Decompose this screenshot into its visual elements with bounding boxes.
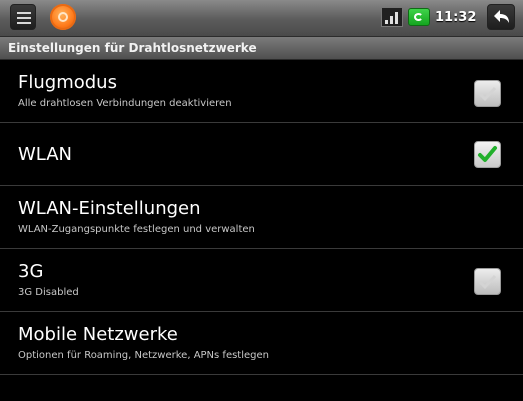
settings-screen: 11:32 Einstellungen für Drahtlosnetzwerk… (0, 0, 523, 401)
setting-summary: Alle drahtlosen Verbindungen deaktiviere… (18, 98, 232, 109)
signal-bar (395, 12, 398, 24)
checkbox-checked[interactable] (474, 141, 501, 168)
menu-icon[interactable] (10, 4, 36, 30)
setting-row-flugmodus[interactable]: Flugmodus Alle drahtlosen Verbindungen d… (0, 60, 523, 123)
setting-title: Flugmodus (18, 72, 117, 93)
check-mark-icon (478, 146, 497, 162)
check-mark-icon (478, 86, 497, 102)
orange-app-icon[interactable] (50, 4, 76, 30)
setting-title: WLAN (18, 144, 73, 165)
signal-bar (385, 20, 388, 24)
back-arrow-icon (494, 10, 509, 23)
signal-bar (390, 16, 393, 24)
setting-summary: WLAN-Zugangspunkte festlegen und verwalt… (18, 224, 255, 235)
menu-icon-line (17, 22, 31, 24)
back-icon[interactable] (487, 4, 515, 30)
battery-charging-icon (408, 8, 430, 26)
setting-title: 3G (18, 261, 44, 282)
setting-row-mobile-netzwerke[interactable]: Mobile Netzwerke Optionen für Roaming, N… (0, 312, 523, 375)
setting-summary: 3G Disabled (18, 287, 79, 298)
status-bar-right: 11:32 (363, 0, 523, 36)
signal-icon (381, 7, 403, 27)
page-title: Einstellungen für Drahtlosnetzwerke (8, 41, 257, 55)
menu-icon-line (17, 12, 31, 14)
menu-icon-line (17, 17, 31, 19)
setting-row-wlan[interactable]: WLAN (0, 123, 523, 186)
setting-row-wlan-einstellungen[interactable]: WLAN-Einstellungen WLAN-Zugangspunkte fe… (0, 186, 523, 249)
status-bar: 11:32 (0, 0, 523, 37)
title-bar: Einstellungen für Drahtlosnetzwerke (0, 37, 523, 60)
list-bottom-space (0, 380, 523, 401)
status-bar-left (10, 4, 78, 32)
settings-list: Flugmodus Alle drahtlosen Verbindungen d… (0, 60, 523, 380)
status-clock: 11:32 (435, 10, 477, 25)
checkbox-unchecked[interactable] (474, 268, 501, 295)
setting-title: Mobile Netzwerke (18, 324, 178, 345)
check-mark-icon (478, 274, 497, 290)
setting-title: WLAN-Einstellungen (18, 198, 201, 219)
setting-row-3g[interactable]: 3G 3G Disabled (0, 249, 523, 312)
checkbox-unchecked[interactable] (474, 80, 501, 107)
setting-summary: Optionen für Roaming, Netzwerke, APNs fe… (18, 350, 270, 361)
